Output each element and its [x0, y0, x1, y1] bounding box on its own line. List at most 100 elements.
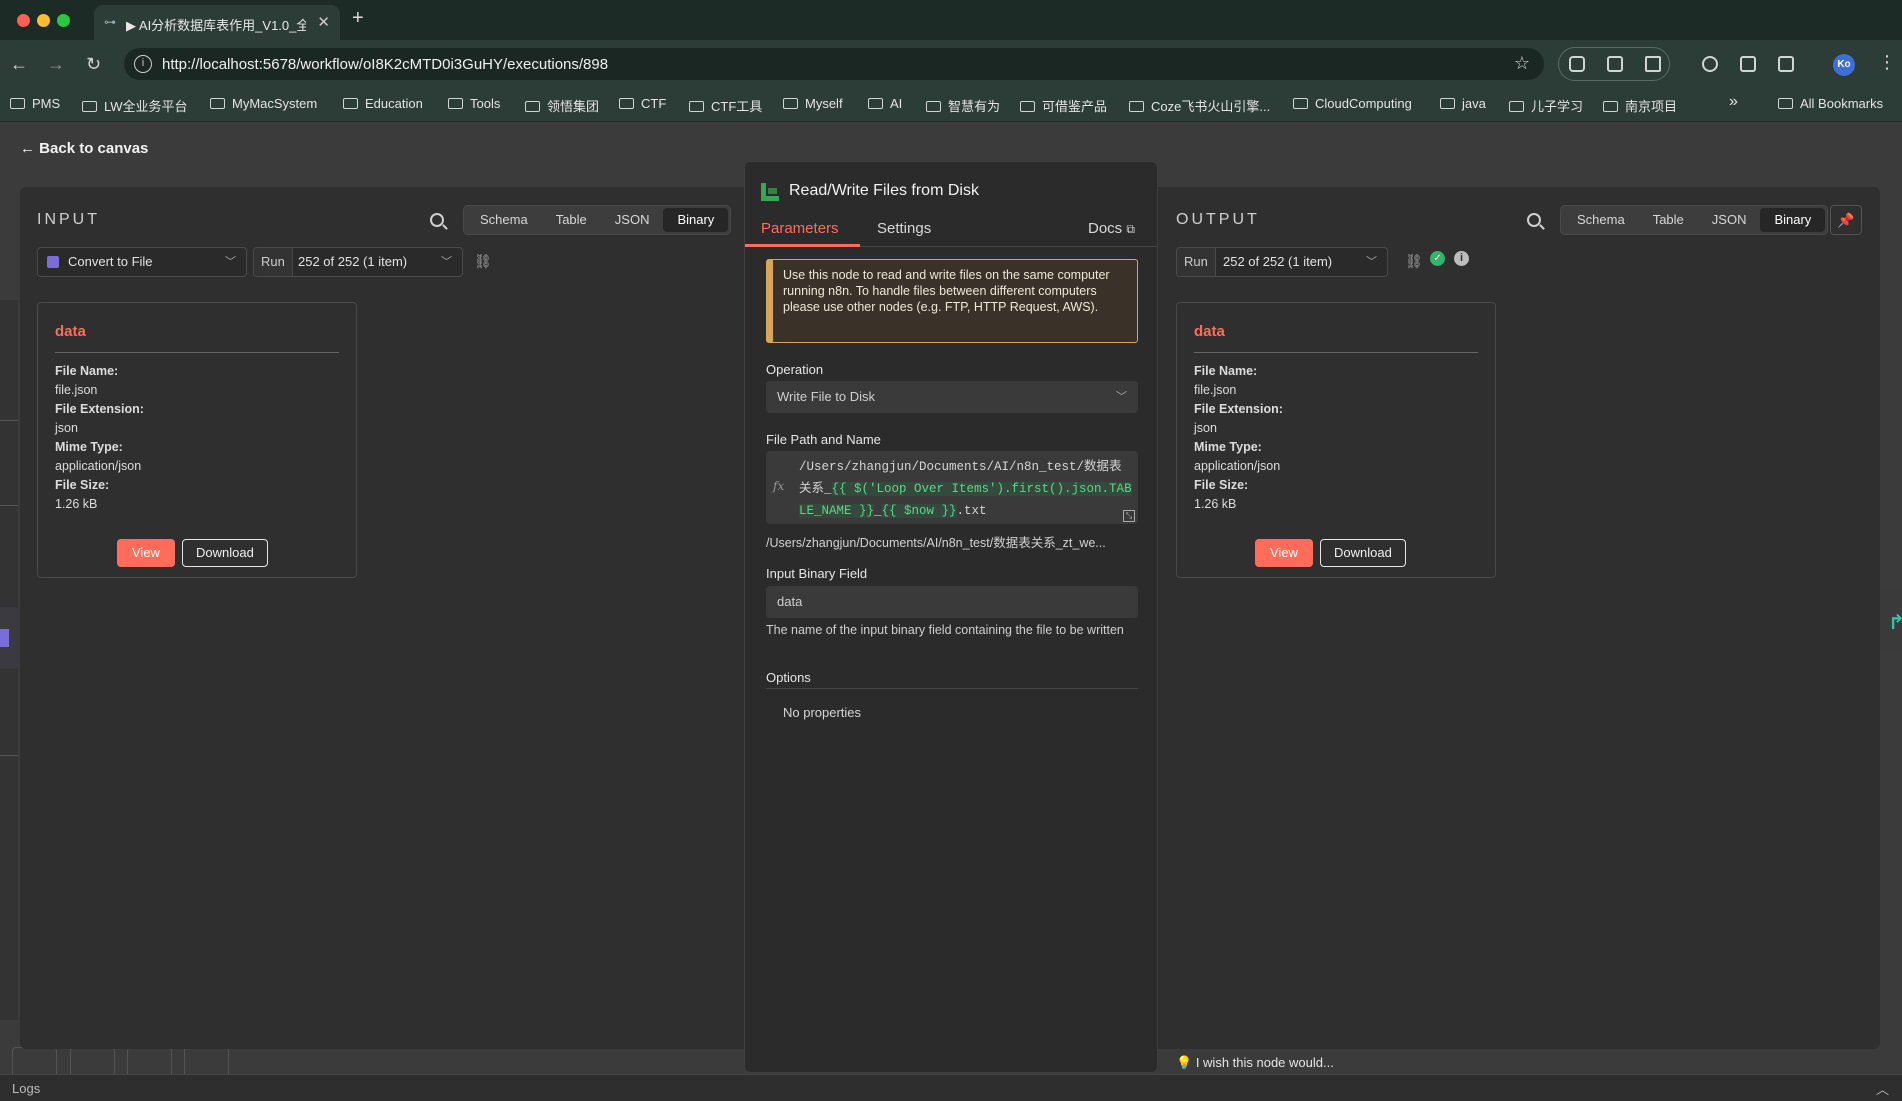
- feedback-link[interactable]: 💡 I wish this node would...: [1176, 1055, 1334, 1071]
- info-icon[interactable]: i: [1454, 251, 1469, 266]
- back-to-canvas-link[interactable]: ← Back to canvas: [20, 140, 148, 157]
- close-window-button[interactable]: [17, 14, 30, 27]
- forward-arrow-icon[interactable]: →: [47, 54, 65, 75]
- canvas-control-button[interactable]: [127, 1047, 172, 1077]
- bookmark-lingwu[interactable]: 领悟集团: [525, 96, 599, 115]
- site-info-icon[interactable]: i: [134, 55, 152, 73]
- arrow-left-icon: ←: [20, 140, 40, 157]
- unlink-icon[interactable]: ⛓: [1405, 253, 1423, 270]
- file-ext-label: File Extension:: [55, 402, 144, 416]
- tab-json[interactable]: JSON: [601, 208, 664, 232]
- more-bookmarks-button[interactable]: »: [1729, 93, 1738, 111]
- puzzle-extension-icon[interactable]: [1645, 56, 1661, 72]
- qr-code-icon[interactable]: [1740, 56, 1756, 72]
- expand-editor-icon[interactable]: ⤡: [1123, 510, 1135, 522]
- canvas-control-button[interactable]: [184, 1047, 229, 1077]
- logs-bar[interactable]: Logs ︿: [0, 1074, 1902, 1101]
- bookmark-coze[interactable]: Coze飞书火山引擎...: [1129, 96, 1270, 115]
- chevron-down-icon: ﹀: [1116, 391, 1127, 403]
- maximize-window-button[interactable]: [57, 14, 70, 27]
- reload-icon[interactable]: ↻: [86, 54, 101, 75]
- url-text[interactable]: http://localhost:5678/workflow/oI8K2cMTD…: [162, 56, 608, 73]
- folder-icon: [448, 98, 463, 109]
- canvas-control-button[interactable]: [12, 1047, 57, 1077]
- tab-schema[interactable]: Schema: [466, 208, 542, 232]
- file-ext-value: json: [55, 421, 78, 435]
- file-path-expression-field[interactable]: fx /Users/zhangjun/Documents/AI/n8n_test…: [766, 451, 1138, 524]
- folder-icon: [10, 98, 25, 109]
- browser-tab-active[interactable]: ⊶ ▶ AI分析数据库表作用_V1.0_全 ✕: [94, 5, 340, 40]
- tab-binary[interactable]: Binary: [1760, 208, 1826, 232]
- bookmark-cloudcomputing[interactable]: CloudComputing: [1293, 96, 1412, 111]
- address-bar[interactable]: i http://localhost:5678/workflow/oI8K2cM…: [124, 48, 1544, 80]
- bookmark-tools[interactable]: Tools: [448, 96, 500, 111]
- back-arrow-icon[interactable]: ←: [10, 54, 28, 75]
- file-name-label: File Name:: [1194, 364, 1258, 378]
- chevron-up-icon[interactable]: ︿: [1876, 1079, 1889, 1098]
- bookmark-kejiejian[interactable]: 可借鉴产品: [1020, 96, 1107, 115]
- tab-schema[interactable]: Schema: [1563, 208, 1639, 232]
- image-extension-icon[interactable]: [1607, 56, 1623, 72]
- tab-json[interactable]: JSON: [1698, 208, 1761, 232]
- bookmark-zhihui[interactable]: 智慧有为: [926, 96, 1000, 115]
- download-button[interactable]: Download: [1320, 539, 1406, 567]
- bookmark-pms[interactable]: PMS: [10, 96, 60, 111]
- all-bookmarks[interactable]: All Bookmarks: [1778, 96, 1883, 111]
- new-tab-button[interactable]: +: [352, 7, 364, 30]
- input-run-select[interactable]: Run 252 of 252 (1 item) ﹀: [253, 247, 463, 277]
- output-panel-title: OUTPUT: [1176, 211, 1260, 228]
- output-panel: OUTPUT Schema Table JSON Binary 📌 Run 25…: [1158, 187, 1880, 1049]
- mime-value: application/json: [1194, 459, 1281, 473]
- bookmark-java[interactable]: java: [1440, 96, 1486, 111]
- tab-table[interactable]: Table: [1639, 208, 1698, 232]
- unlink-icon[interactable]: ⛓: [474, 253, 492, 270]
- canvas-control-button[interactable]: [70, 1047, 115, 1077]
- binary-field-input[interactable]: data: [766, 586, 1138, 618]
- side-panel-icon[interactable]: [1778, 56, 1794, 72]
- run-label: Run: [1177, 248, 1216, 276]
- bookmark-myself[interactable]: Myself: [783, 96, 843, 111]
- tab-parameters[interactable]: Parameters: [761, 220, 839, 237]
- profile-avatar[interactable]: Ko: [1833, 54, 1855, 76]
- bookmark-star-icon[interactable]: ☆: [1514, 53, 1530, 74]
- input-node-handle[interactable]: [0, 607, 20, 669]
- output-run-select[interactable]: Run 252 of 252 (1 item) ﹀: [1176, 247, 1388, 277]
- node-title[interactable]: Read/Write Files from Disk: [789, 182, 979, 200]
- camera-extension-icon[interactable]: [1569, 56, 1585, 72]
- folder-icon: [1778, 98, 1793, 109]
- binary-field-label: Input Binary Field: [766, 566, 868, 581]
- download-button[interactable]: Download: [182, 539, 268, 567]
- folder-icon: [619, 98, 634, 109]
- bookmark-nanjing[interactable]: 南京项目: [1603, 96, 1677, 115]
- file-name-value: file.json: [55, 383, 98, 397]
- browser-menu-icon[interactable]: ⋮: [1878, 52, 1896, 73]
- tab-settings[interactable]: Settings: [877, 220, 931, 237]
- bookmark-education[interactable]: Education: [343, 96, 423, 111]
- file-path-label: File Path and Name: [766, 432, 881, 447]
- folder-icon: [689, 101, 704, 112]
- lightbulb-icon: 💡: [1176, 1055, 1196, 1070]
- tab-close-icon[interactable]: ✕: [317, 13, 330, 31]
- bookmark-ctf[interactable]: CTF: [619, 96, 666, 111]
- search-icon[interactable]: [1527, 213, 1541, 227]
- search-icon[interactable]: [430, 213, 444, 227]
- bookmark-erzi[interactable]: 儿子学习: [1509, 96, 1583, 115]
- view-button[interactable]: View: [1255, 539, 1313, 567]
- file-path-expression[interactable]: /Users/zhangjun/Documents/AI/n8n_test/数据…: [799, 456, 1134, 522]
- tab-binary[interactable]: Binary: [663, 208, 729, 232]
- input-node-select[interactable]: Convert to File ﹀: [37, 247, 247, 277]
- view-button[interactable]: View: [117, 539, 175, 567]
- docs-link[interactable]: Docs ⧉: [1088, 220, 1135, 237]
- pin-data-button[interactable]: 📌: [1830, 205, 1862, 235]
- bookmark-mymacsystem[interactable]: MyMacSystem: [210, 96, 317, 111]
- bookmark-ai[interactable]: AI: [868, 96, 902, 111]
- tab-table[interactable]: Table: [542, 208, 601, 232]
- minimize-window-button[interactable]: [37, 14, 50, 27]
- extensions-group: [1558, 47, 1670, 81]
- operation-select[interactable]: Write File to Disk ﹀: [766, 381, 1138, 413]
- folder-icon: [82, 101, 97, 112]
- screen-capture-icon[interactable]: [1702, 56, 1718, 72]
- bookmark-ctf-tools[interactable]: CTF工具: [689, 96, 762, 115]
- active-tab-indicator: [745, 244, 860, 247]
- bookmark-lw[interactable]: LW全业务平台: [82, 96, 188, 115]
